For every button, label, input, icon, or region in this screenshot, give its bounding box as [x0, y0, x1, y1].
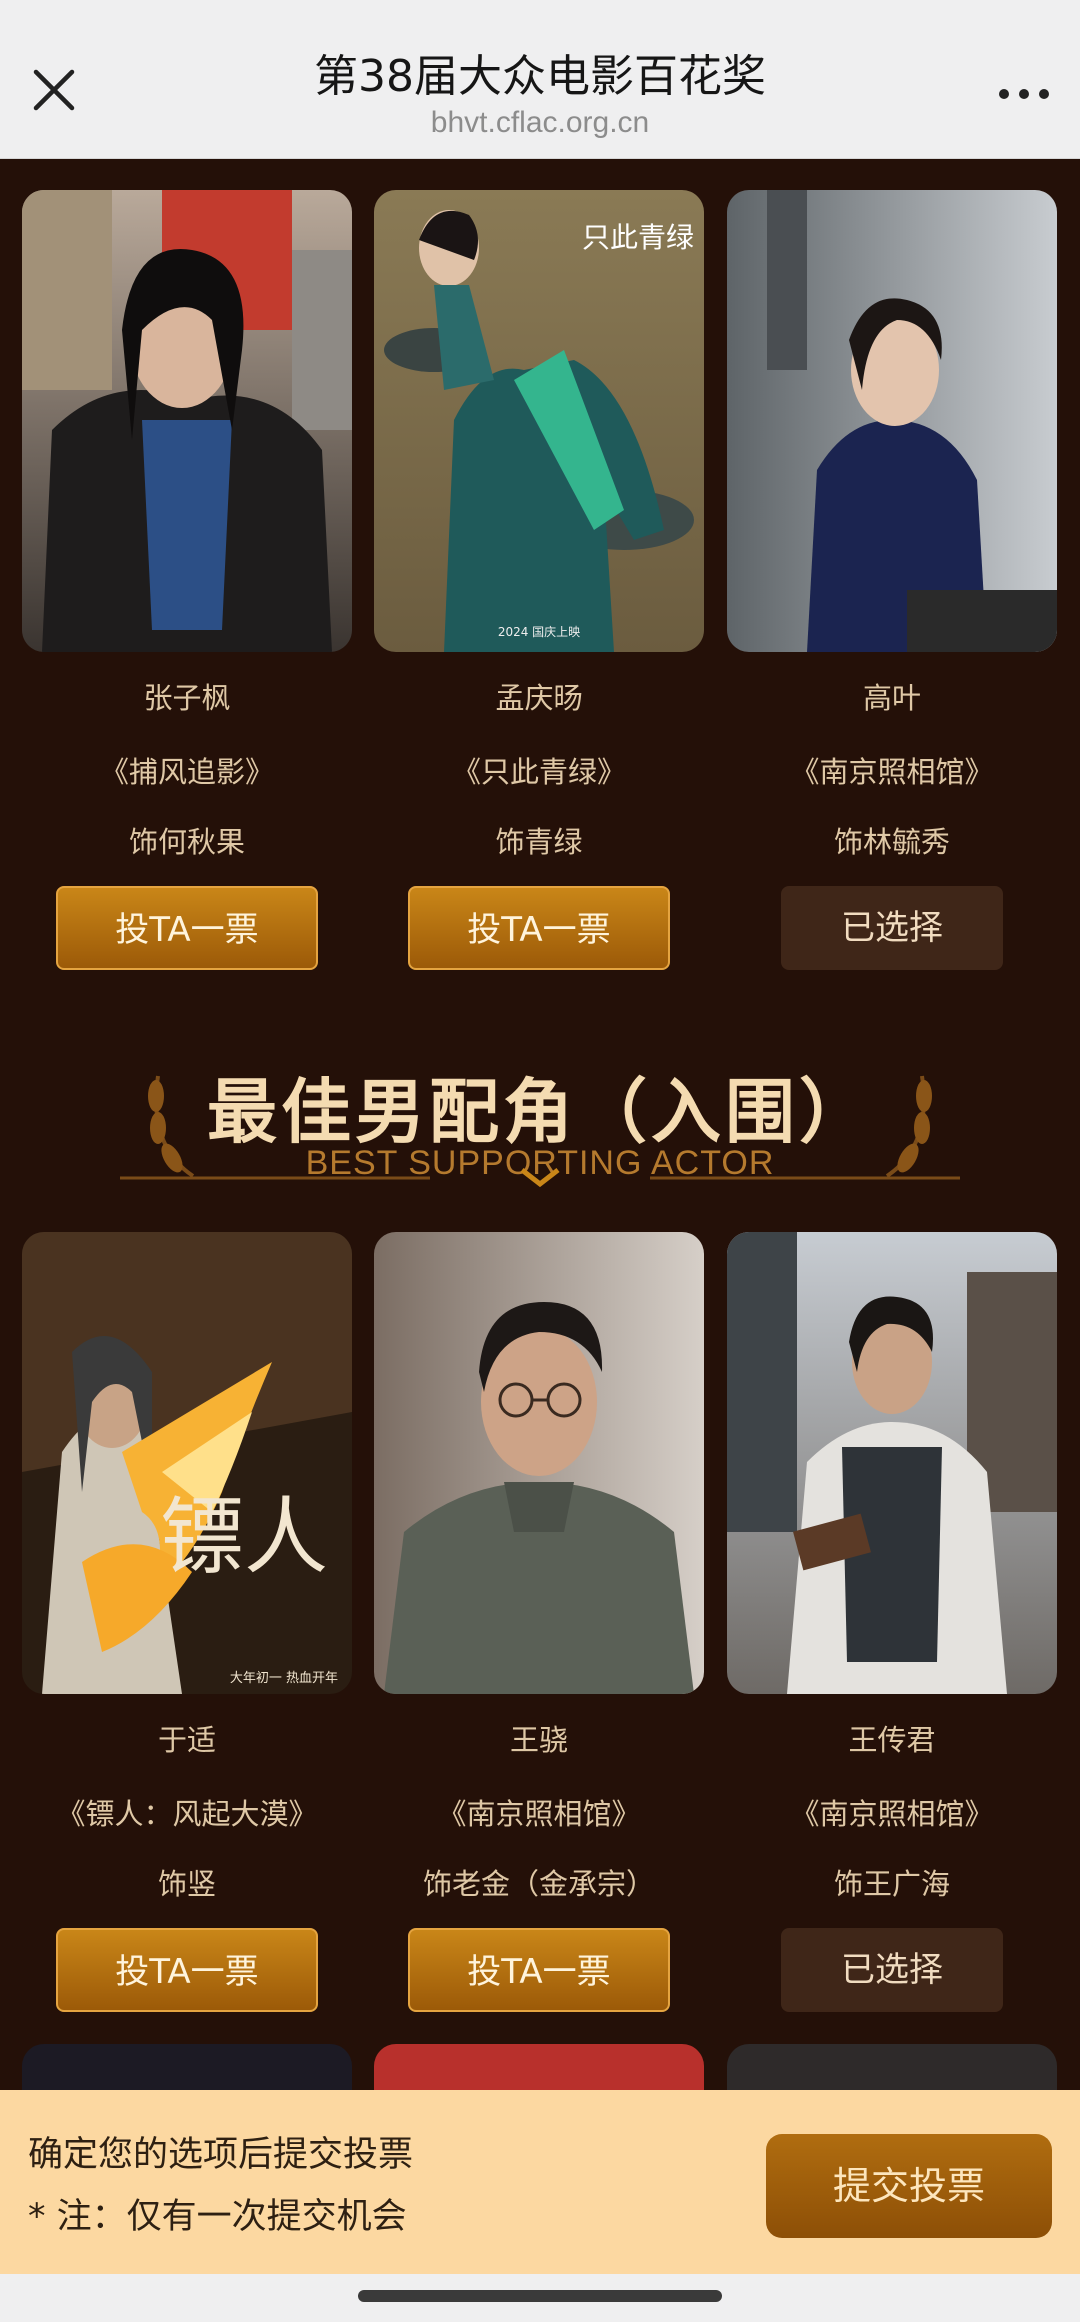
- nominee-name: 孟庆旸: [495, 681, 583, 715]
- section-header-best-supporting-actor: 最佳男配角（入围） BEST SUPPORTING ACTOR: [0, 1026, 1080, 1188]
- nominee-name: 高叶: [862, 681, 921, 715]
- nominee-poster: [727, 2044, 1057, 2090]
- nominee-film: 《镖人：风起大漠》: [56, 1797, 318, 1831]
- vote-button[interactable]: 投TA一票: [408, 886, 670, 970]
- page-url: bhvt.cflac.org.cn: [430, 106, 650, 139]
- nominee-card: 只此青绿 2024 国庆上映 孟庆旸 《只此青绿》 饰青绿 投TA一票: [374, 190, 704, 970]
- nominee-film: 《南京照相馆》: [437, 1797, 641, 1831]
- submit-vote-button[interactable]: 提交投票: [766, 2134, 1052, 2238]
- selected-button[interactable]: 已选择: [781, 1928, 1003, 2012]
- submit-hint: 确定您的选项后提交投票: [28, 2135, 414, 2175]
- submit-bar: 确定您的选项后提交投票 * 注：仅有一次提交机会 提交投票: [0, 2090, 1080, 2274]
- nominee-name: 于适: [157, 1723, 216, 1757]
- nominee-role: 饰林毓秀: [833, 825, 950, 859]
- vote-content[interactable]: 张子枫 《捕风追影》 饰何秋果 投TA一票 只此青绿 2024 国庆上映 孟庆旸…: [0, 158, 1080, 2090]
- nominee-name: 王骁: [509, 1723, 568, 1757]
- nominee-card: 镖人 大年初一 热血开年 于适 《镖人：风起大漠》 饰竖 投TA一票: [22, 1232, 352, 2012]
- nominee-name: 王传君: [848, 1723, 936, 1757]
- nominee-poster: [22, 2044, 352, 2090]
- system-bar: [0, 2274, 1080, 2322]
- nominee-poster: 只此青绿 2024 国庆上映: [374, 190, 704, 652]
- nominee-poster: [374, 2044, 704, 2090]
- home-indicator[interactable]: [358, 2290, 722, 2302]
- poster-title: 镖人: [159, 1488, 328, 1586]
- nominee-film: 《只此青绿》: [451, 755, 626, 789]
- nominee-film: 《捕风追影》: [99, 755, 274, 789]
- nominee-film: 《南京照相馆》: [790, 755, 994, 789]
- nominee-poster: [374, 1232, 704, 1694]
- nominee-role: 饰青绿: [495, 825, 583, 859]
- poster-title: 只此青绿: [581, 221, 694, 254]
- page-title: 第38届大众电影百花奖: [314, 51, 766, 102]
- nominee-card: 张子枫 《捕风追影》 饰何秋果 投TA一票: [22, 190, 352, 970]
- nominee-role: 饰王广海: [833, 1867, 950, 1901]
- vote-button[interactable]: 投TA一票: [56, 1928, 318, 2012]
- top-bar: 第38届大众电影百花奖 bhvt.cflac.org.cn: [0, 0, 1080, 159]
- nominee-role: 饰竖: [157, 1867, 216, 1901]
- section-divider: [120, 1168, 960, 1188]
- vote-button[interactable]: 投TA一票: [408, 1928, 670, 2012]
- nominee-poster: [727, 190, 1057, 652]
- nominee-card: 王骁 《南京照相馆》 饰老金（金承宗） 投TA一票: [374, 1232, 704, 2012]
- vote-button[interactable]: 投TA一票: [56, 886, 318, 970]
- nominee-poster: 镖人 大年初一 热血开年: [22, 1232, 352, 1694]
- poster-caption: 2024 国庆上映: [497, 625, 581, 639]
- nominee-film: 《南京照相馆》: [790, 1797, 994, 1831]
- nominee-role: 饰何秋果: [128, 825, 245, 859]
- nominee-card: 高叶 《南京照相馆》 饰林毓秀 已选择: [727, 190, 1057, 970]
- nominee-role: 饰老金（金承宗）: [422, 1867, 655, 1901]
- submit-note: * 注：仅有一次提交机会: [28, 2197, 407, 2237]
- selected-button[interactable]: 已选择: [781, 886, 1003, 970]
- nominee-poster: [727, 1232, 1057, 1694]
- nominee-poster: [22, 190, 352, 652]
- nominee-card: 王传君 《南京照相馆》 饰王广海 已选择: [727, 1232, 1057, 2012]
- nominee-name: 张子枫: [143, 681, 231, 715]
- more-icon[interactable]: [988, 72, 1060, 116]
- poster-caption: 大年初一 热血开年: [229, 1671, 338, 1686]
